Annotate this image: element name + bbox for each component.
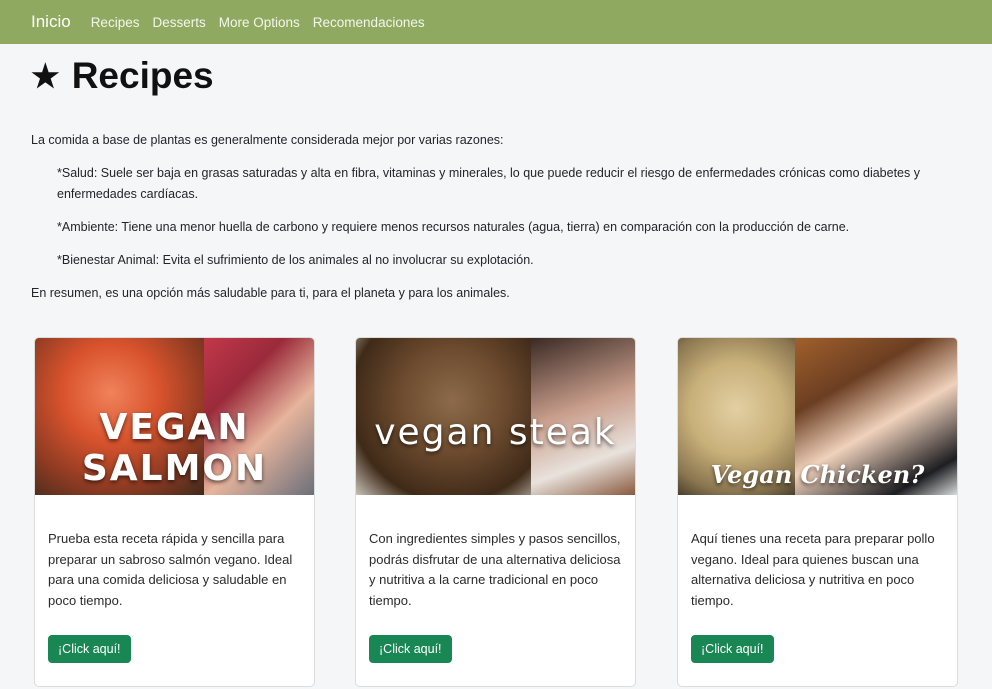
click-here-button[interactable]: ¡Click aquí! bbox=[48, 635, 131, 663]
reason-environment: *Ambiente: Tiene una menor huella de car… bbox=[57, 220, 850, 234]
page-title: ★ Recipes bbox=[31, 55, 214, 97]
recipe-card-steak: vegan steak Con ingredientes simples y p… bbox=[355, 337, 636, 687]
recipe-image-caption: VEGAN SALMON bbox=[81, 407, 268, 489]
nav-link-recomendaciones[interactable]: Recomendaciones bbox=[313, 15, 425, 30]
reason-animal-welfare: *Bienestar Animal: Evita el sufrimiento … bbox=[57, 253, 534, 267]
recipe-image-salmon: VEGAN SALMON bbox=[35, 338, 314, 495]
nav-link-more-options[interactable]: More Options bbox=[219, 15, 300, 30]
recipe-image-caption: vegan steak bbox=[374, 412, 617, 453]
recipe-description: Aquí tienes una receta para preparar pol… bbox=[691, 531, 935, 608]
recipe-card-chicken: Vegan Chicken? Aquí tienes una receta pa… bbox=[677, 337, 958, 687]
reason-health: *Salud: Suele ser baja en grasas saturad… bbox=[57, 166, 920, 201]
page-title-text: Recipes bbox=[71, 55, 214, 96]
click-here-button[interactable]: ¡Click aquí! bbox=[369, 635, 452, 663]
intro-section: La comida a base de plantas es generalme… bbox=[31, 130, 971, 304]
click-here-button[interactable]: ¡Click aquí! bbox=[691, 635, 774, 663]
recipe-description: Prueba esta receta rápida y sencilla par… bbox=[48, 531, 293, 608]
recipe-description: Con ingredientes simples y pasos sencill… bbox=[369, 531, 621, 608]
nav-brand-link[interactable]: Inicio bbox=[31, 12, 71, 32]
nav-link-desserts[interactable]: Desserts bbox=[152, 15, 205, 30]
top-navbar: Inicio Recipes Desserts More Options Rec… bbox=[0, 0, 992, 44]
nav-link-recipes[interactable]: Recipes bbox=[91, 15, 140, 30]
recipe-image-steak: vegan steak bbox=[356, 338, 635, 495]
recipe-image-chicken: Vegan Chicken? bbox=[678, 338, 957, 495]
recipe-image-caption: Vegan Chicken? bbox=[710, 460, 925, 489]
star-icon: ★ bbox=[31, 58, 60, 94]
intro-lead: La comida a base de plantas es generalme… bbox=[31, 133, 504, 147]
intro-summary: En resumen, es una opción más saludable … bbox=[31, 286, 510, 300]
recipe-card-salmon: VEGAN SALMON Prueba esta receta rápida y… bbox=[34, 337, 315, 687]
